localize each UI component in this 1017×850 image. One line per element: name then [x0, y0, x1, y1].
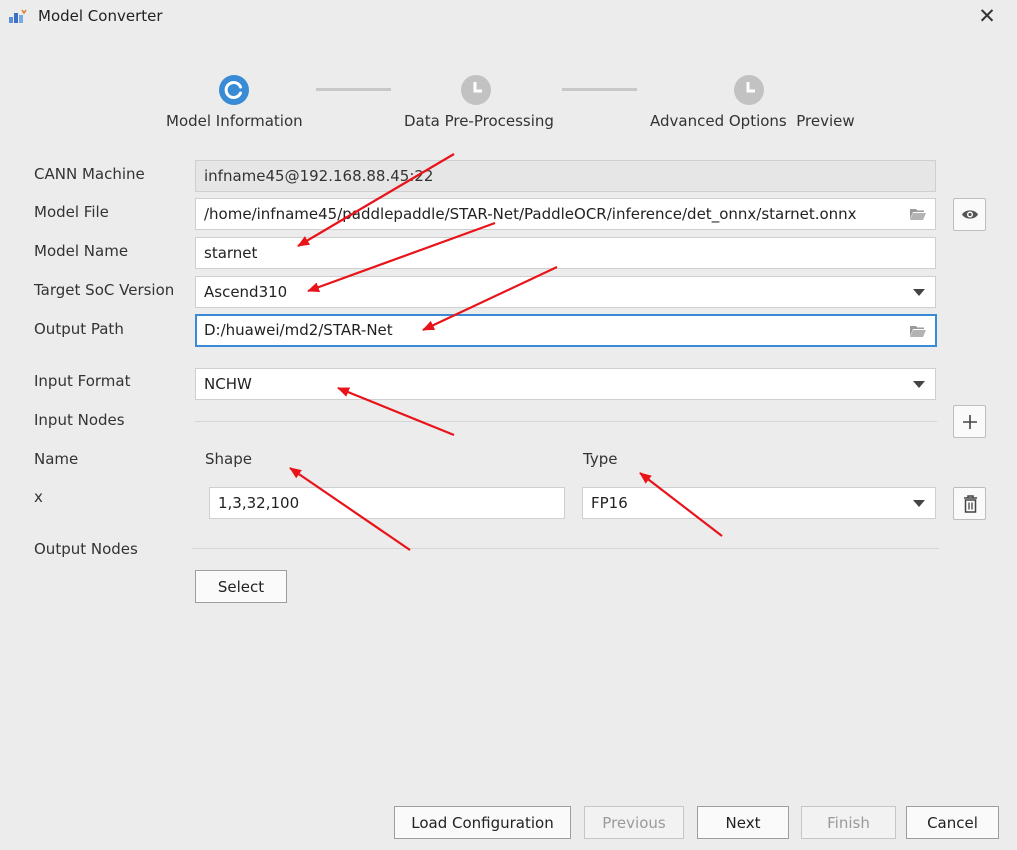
finish-button[interactable]: Finish — [801, 806, 896, 839]
trash-icon — [964, 495, 977, 513]
input-node-shape-input[interactable]: 1,3,32,100 — [209, 487, 565, 519]
step-connector — [562, 88, 637, 91]
model-file-label: Model File — [34, 203, 109, 221]
output-nodes-label: Output Nodes — [34, 540, 138, 558]
chevron-down-icon — [913, 381, 925, 388]
step-label-data-pre-processing: Data Pre-Processing — [404, 112, 554, 130]
title-bar: Model Converter ✕ — [0, 0, 1017, 34]
view-model-button[interactable] — [953, 198, 986, 231]
model-converter-window: Model Converter ✕ Model Information Data… — [0, 0, 1017, 850]
next-button[interactable]: Next — [697, 806, 789, 839]
target-soc-version-label: Target SoC Version — [34, 281, 175, 299]
clock-icon — [734, 75, 764, 105]
app-logo-icon — [9, 9, 27, 23]
input-nodes-label: Input Nodes — [34, 411, 125, 429]
cancel-button[interactable]: Cancel — [906, 806, 999, 839]
add-input-node-button[interactable] — [953, 405, 986, 438]
cann-machine-field: infname45@192.168.88.45:22 — [195, 160, 936, 192]
input-node-type-select[interactable]: FP16 — [582, 487, 936, 519]
column-header-name: Name — [34, 450, 79, 468]
model-name-label: Model Name — [34, 242, 129, 260]
input-format-label: Input Format — [34, 372, 131, 390]
delete-input-node-button[interactable] — [953, 487, 986, 520]
select-output-nodes-button[interactable]: Select — [195, 570, 287, 603]
column-header-type: Type — [583, 450, 618, 468]
window-title: Model Converter — [38, 7, 163, 25]
step-label-advanced-options: Advanced Options Preview — [650, 112, 855, 130]
folder-open-icon[interactable] — [909, 207, 927, 221]
close-icon[interactable]: ✕ — [975, 3, 999, 29]
chevron-down-icon — [913, 289, 925, 296]
output-path-input[interactable]: D:/huawei/md2/STAR-Net — [195, 314, 937, 347]
previous-button[interactable]: Previous — [584, 806, 684, 839]
input-format-select[interactable]: NCHW — [195, 368, 936, 400]
plus-icon — [963, 415, 977, 429]
target-soc-version-select[interactable]: Ascend310 — [195, 276, 936, 308]
output-nodes-divider — [192, 548, 939, 549]
model-name-input[interactable]: starnet — [195, 237, 936, 269]
step-label-model-information: Model Information — [166, 112, 303, 130]
progress-icon — [219, 75, 249, 105]
eye-icon — [962, 210, 978, 219]
cann-machine-label: CANN Machine — [34, 165, 145, 183]
input-node-name: x — [34, 488, 43, 506]
column-header-shape: Shape — [205, 450, 252, 468]
chevron-down-icon — [913, 500, 925, 507]
step-connector — [316, 88, 391, 91]
load-configuration-button[interactable]: Load Configuration — [394, 806, 571, 839]
input-nodes-divider — [195, 421, 937, 422]
clock-icon — [461, 75, 491, 105]
model-file-input[interactable]: /home/infname45/paddlepaddle/STAR-Net/Pa… — [195, 198, 936, 230]
folder-open-icon[interactable] — [909, 324, 927, 338]
output-path-label: Output Path — [34, 320, 124, 338]
